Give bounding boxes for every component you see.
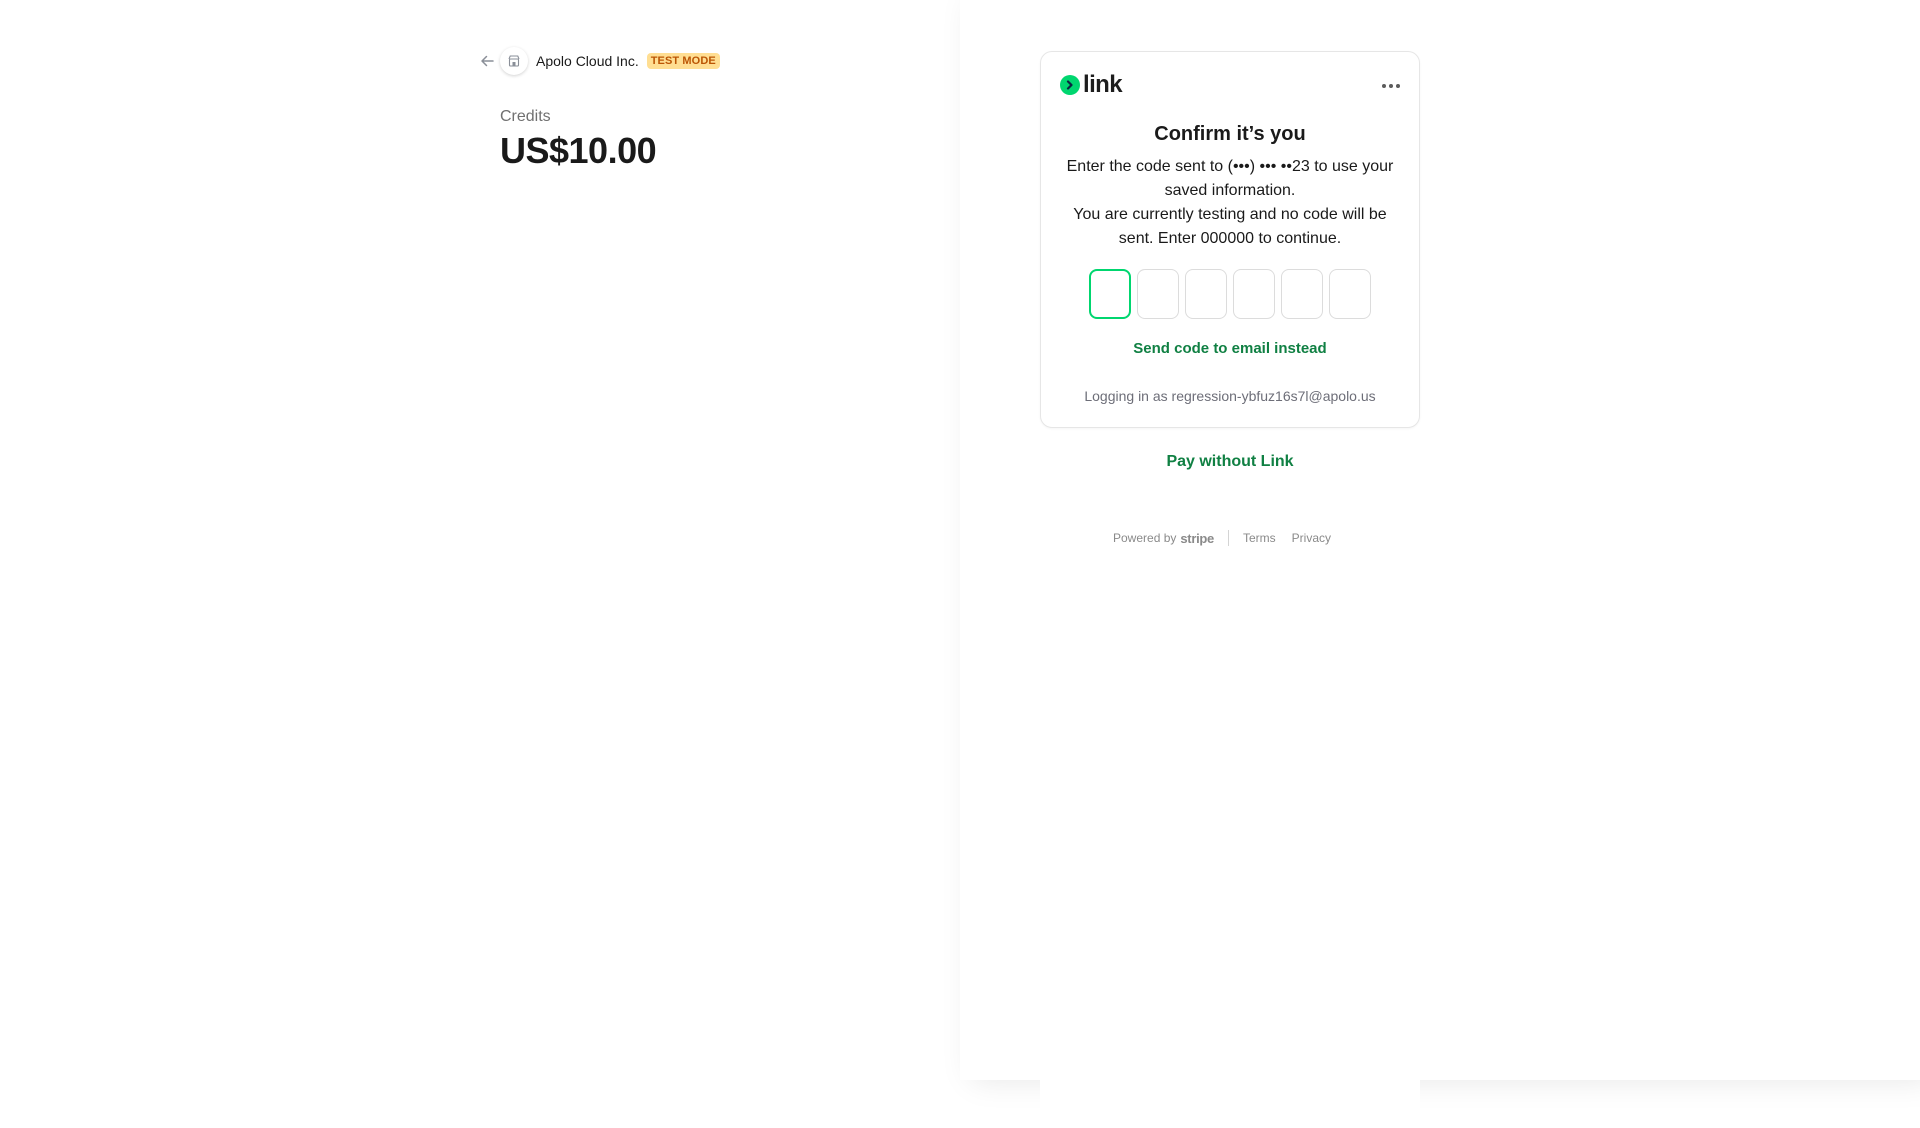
pay-without-link-button[interactable]: Pay without Link: [1040, 453, 1420, 471]
otp-digit-5[interactable]: [1281, 269, 1323, 319]
product-price: US$10.00: [500, 130, 657, 171]
powered-by-stripe[interactable]: Powered by stripe: [1113, 531, 1214, 546]
back-button[interactable]: [478, 52, 496, 70]
link-verification-card: link Confirm it’s you Enter the code sen…: [1040, 51, 1420, 428]
more-horizontal-icon: [1382, 84, 1386, 88]
card-title: Confirm it’s you: [1154, 123, 1306, 145]
description-line-1: Enter the code sent to (•••) ••• ••23 to…: [1066, 158, 1394, 199]
footer-divider: [1227, 530, 1229, 546]
logging-in-as-text: Logging in as regression-ybfuz16s7l@apol…: [1084, 388, 1376, 404]
more-dot: [1396, 84, 1400, 88]
store-icon: [500, 47, 528, 75]
otp-digit-3[interactable]: [1185, 269, 1227, 319]
otp-digit-4[interactable]: [1233, 269, 1275, 319]
link-logo: link: [1060, 71, 1123, 98]
payment-panel-tail: [1040, 1080, 1420, 1128]
powered-by-text: Powered by: [1113, 531, 1177, 545]
product-label: Credits: [500, 108, 551, 125]
send-code-to-email-button[interactable]: Send code to email instead: [1041, 340, 1419, 357]
merchant-header: Apolo Cloud Inc. TEST MODE: [478, 47, 720, 75]
card-description: Enter the code sent to (•••) ••• ••23 to…: [1061, 155, 1399, 251]
footer: Powered by stripe Terms Privacy: [1040, 530, 1420, 546]
link-logo-text: link: [1083, 71, 1123, 98]
merchant-name: Apolo Cloud Inc.: [536, 53, 639, 69]
test-mode-badge: TEST MODE: [646, 53, 720, 69]
link-logo-icon: [1060, 75, 1080, 95]
order-summary-panel: Apolo Cloud Inc. TEST MODE Credits US$10…: [0, 0, 960, 1128]
arrow-left-icon: [481, 55, 494, 67]
more-dot: [1389, 84, 1393, 88]
description-line-2: You are currently testing and no code wi…: [1073, 206, 1387, 247]
otp-digit-6[interactable]: [1329, 269, 1371, 319]
otp-digit-1[interactable]: [1089, 269, 1131, 319]
otp-input-group: [1089, 269, 1371, 319]
terms-link[interactable]: Terms: [1243, 531, 1276, 545]
otp-digit-2[interactable]: [1137, 269, 1179, 319]
stripe-logo: stripe: [1180, 530, 1214, 546]
more-options-button[interactable]: [1381, 78, 1401, 94]
privacy-link[interactable]: Privacy: [1292, 531, 1331, 545]
